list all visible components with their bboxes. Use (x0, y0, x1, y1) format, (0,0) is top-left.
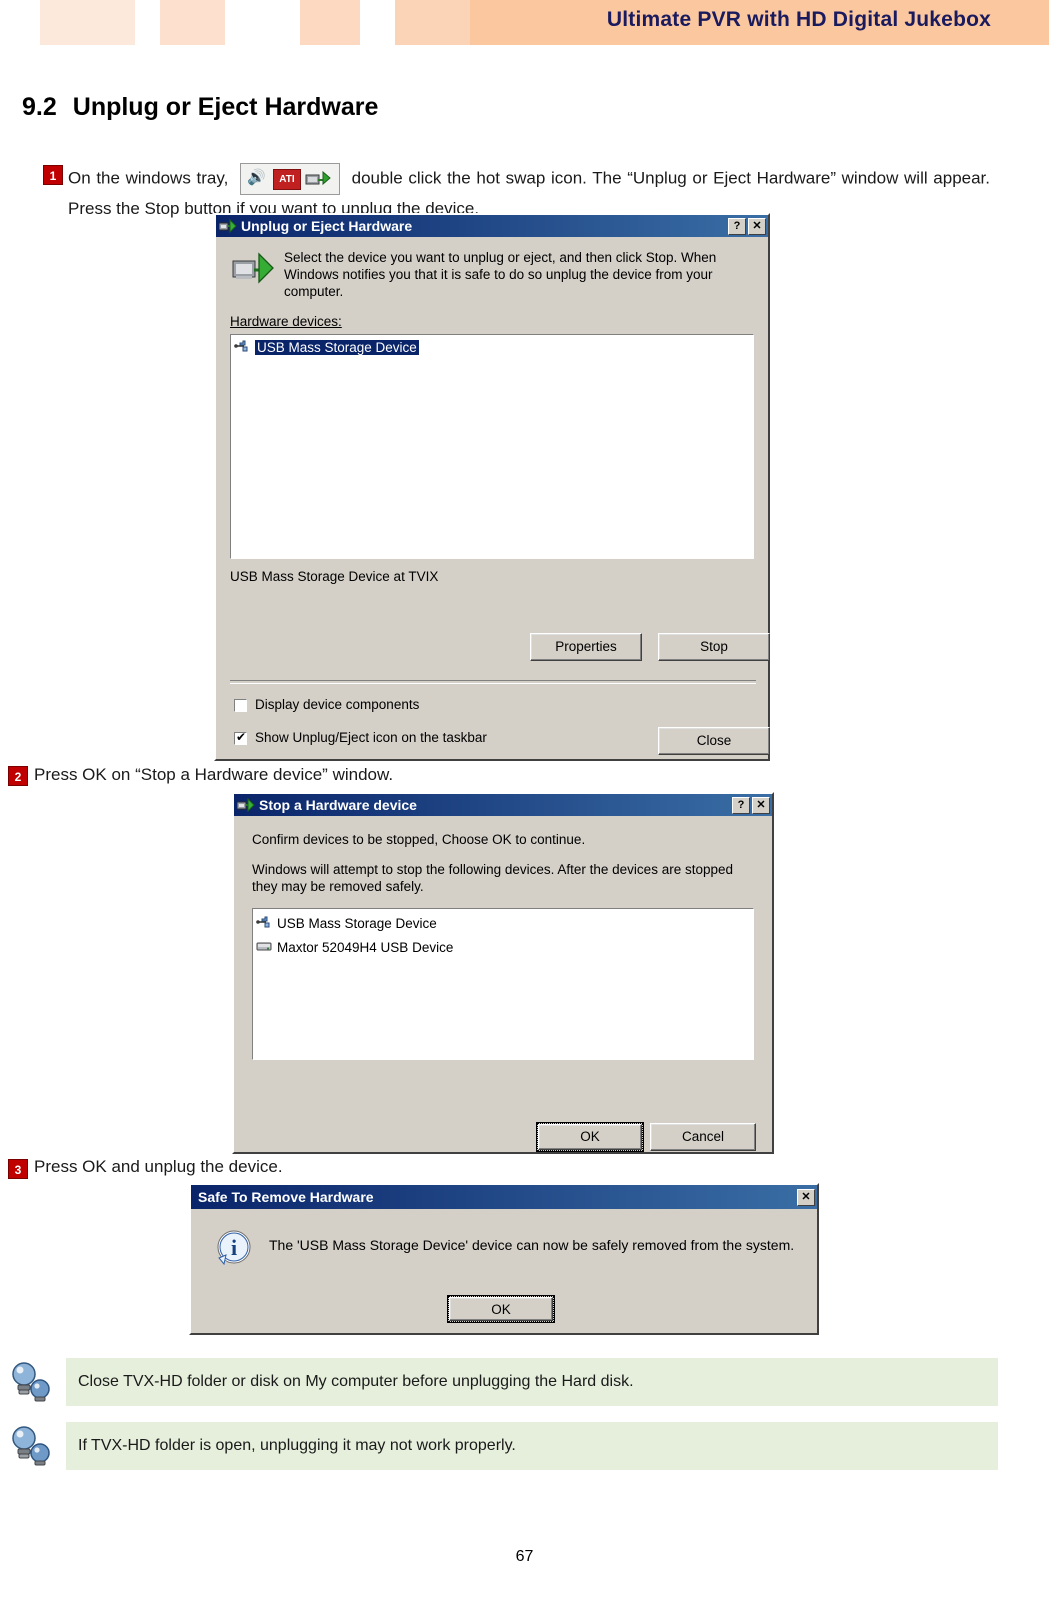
close-icon[interactable]: ✕ (752, 796, 770, 814)
disk-drive-icon (256, 939, 272, 956)
step-1-text-before: On the windows tray, (68, 168, 229, 188)
display-device-components-label: Display device components (255, 697, 420, 712)
step-badge-2: 2 (8, 766, 28, 786)
display-device-components-checkbox[interactable] (234, 698, 247, 712)
step-3-text: Press OK and unplug the device. (34, 1157, 283, 1176)
unplug-hardware-icon (305, 169, 331, 198)
section-number: 9.2 (22, 93, 57, 121)
usb-device-icon (234, 339, 250, 356)
close-icon[interactable]: ✕ (797, 1188, 815, 1206)
page-number: 67 (515, 1548, 534, 1565)
note-1: Close TVX-HD folder or disk on My comput… (66, 1358, 998, 1406)
list-item-label: Maxtor 52049H4 USB Device (277, 940, 454, 955)
show-unplug-icon-label: Show Unplug/Eject icon on the taskbar (255, 730, 487, 745)
close-icon[interactable]: ✕ (748, 217, 766, 235)
dialog-unplug-or-eject-hardware[interactable]: Unplug or Eject Hardware ? ✕ Select the … (214, 213, 770, 761)
dialog3-title: Safe To Remove Hardware (198, 1189, 374, 1205)
list-item[interactable]: USB Mass Storage Device (234, 338, 750, 357)
list-item[interactable]: USB Mass Storage Device (256, 914, 750, 933)
properties-button[interactable]: Properties (530, 633, 642, 661)
help-button[interactable]: ? (732, 796, 750, 814)
divider (230, 680, 756, 684)
stop-button[interactable]: Stop (658, 633, 770, 661)
ok-button-wrap: OK (536, 1122, 644, 1152)
note-2: If TVX-HD folder is open, unplugging it … (66, 1422, 998, 1470)
dialog1-status-text: USB Mass Storage Device at TVIX (230, 569, 439, 584)
unplug-hardware-icon (236, 797, 255, 813)
dialog2-line2: Windows will attempt to stop the followi… (252, 862, 733, 894)
step-2-text: Press OK on “Stop a Hardware device” win… (34, 765, 394, 784)
dialog-safe-to-remove-hardware[interactable]: Safe To Remove Hardware ✕ i The 'USB Mas… (189, 1183, 819, 1335)
page-header-banner: Ultimate PVR with HD Digital Jukebox (0, 0, 1049, 45)
ok-button[interactable]: OK (448, 1296, 554, 1322)
list-item-label: USB Mass Storage Device (255, 340, 419, 355)
hot-swap-tray-icons: 🔊 ATI (239, 163, 340, 198)
devices-to-stop-list[interactable]: USB Mass Storage Device Maxtor 52049H4 U… (252, 908, 754, 1060)
list-item[interactable]: Maxtor 52049H4 USB Device (256, 938, 750, 957)
light-bulb-icon (4, 1420, 58, 1470)
dialog1-titlebar[interactable]: Unplug or Eject Hardware ? ✕ (216, 215, 768, 237)
cancel-button[interactable]: Cancel (650, 1123, 756, 1151)
usb-device-icon (256, 915, 272, 932)
step-badge-1: 1 (43, 165, 63, 185)
dialog1-title: Unplug or Eject Hardware (241, 218, 413, 234)
dialog1-list-label: Hardware devices: (230, 314, 342, 329)
page-title: 9.2 Unplug or Eject Hardware (22, 93, 378, 122)
speaker-icon: 🔊 (246, 169, 266, 186)
dialog3-message: The 'USB Mass Storage Device' device can… (269, 1237, 795, 1253)
ok-button[interactable]: OK (537, 1123, 643, 1151)
dialog-stop-a-hardware-device[interactable]: Stop a Hardware device ? ✕ Confirm devic… (232, 792, 774, 1154)
help-button[interactable]: ? (728, 217, 746, 235)
dialog3-titlebar[interactable]: Safe To Remove Hardware ✕ (191, 1185, 817, 1209)
section-title: Unplug or Eject Hardware (72, 93, 379, 121)
dialog2-title: Stop a Hardware device (259, 797, 417, 813)
hardware-devices-list[interactable]: USB Mass Storage Device (230, 334, 754, 559)
dialog2-titlebar[interactable]: Stop a Hardware device ? ✕ (234, 794, 772, 816)
unplug-hardware-icon (218, 218, 237, 234)
banner-title: Ultimate PVR with HD Digital Jukebox (606, 8, 991, 31)
list-item-label: USB Mass Storage Device (277, 916, 437, 931)
ok-button-wrap: OK (447, 1295, 555, 1323)
light-bulb-icon (4, 1356, 58, 1406)
information-icon: i (215, 1227, 255, 1270)
dialog2-line1: Confirm devices to be stopped, Choose OK… (252, 832, 586, 847)
note-2-text: If TVX-HD folder is open, unplugging it … (78, 1437, 516, 1454)
dialog1-instruction: Select the device you want to unplug or … (284, 250, 717, 299)
show-unplug-icon-checkbox[interactable] (234, 730, 247, 745)
note-1-text: Close TVX-HD folder or disk on My comput… (78, 1373, 634, 1390)
close-button[interactable]: Close (658, 727, 770, 755)
svg-text:i: i (231, 1235, 237, 1260)
step-badge-3: 3 (8, 1159, 28, 1179)
ati-tray-icon: ATI (272, 169, 301, 190)
unplug-hardware-large-icon (232, 251, 274, 288)
